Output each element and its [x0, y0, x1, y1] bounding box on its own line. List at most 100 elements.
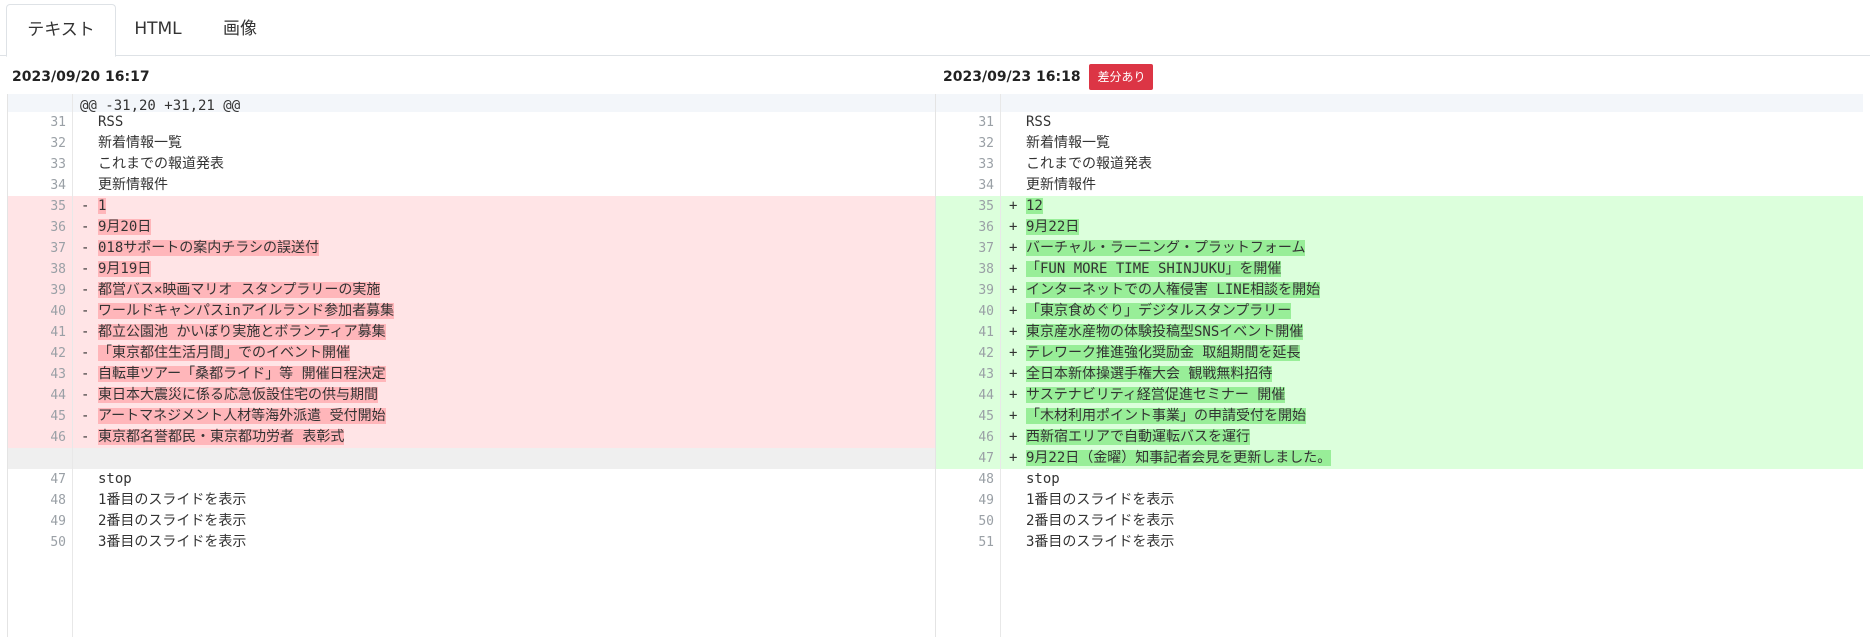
line-number: 50 — [978, 514, 994, 529]
line-content: 「木材利用ポイント事業」の申請受付を開始 — [1026, 406, 1306, 427]
line-content: 「FUN MORE TIME SHINJUKU」を開催 — [1026, 259, 1282, 280]
line-number: 49 — [50, 514, 66, 529]
left-diff-row: 42- 「東京都住生活月間」でのイベント開催 — [8, 343, 936, 364]
line-number: 48 — [50, 493, 66, 508]
minus-sign: - — [81, 429, 90, 445]
line-content: テレワーク推進強化奨励金 取組期間を延長 — [1026, 343, 1301, 364]
line-content: stop — [1026, 471, 1060, 487]
changed-text-highlight: アートマネジメント人材等海外派遣 受付開始 — [98, 408, 386, 424]
left-diff-row: 39- 都営バス×映画マリオ スタンプラリーの実施 — [8, 280, 936, 301]
plus-sign: + — [1009, 303, 1018, 319]
line-number: 47 — [50, 472, 66, 487]
diff-view: @@ -31,20 +31,21 @@ 31 RSS 32 新着情報一覧 33 これまでの… — [7, 94, 1863, 637]
line-number: 50 — [50, 535, 66, 550]
line-number: 39 — [50, 283, 66, 298]
line-number: 45 — [978, 409, 994, 424]
plus-sign: + — [1009, 345, 1018, 361]
line-content: 東京産水産物の体験投稿型SNSイベント開催 — [1026, 322, 1304, 343]
line-content: バーチャル・ラーニング・プラットフォーム — [1026, 238, 1306, 259]
minus-sign: - — [81, 366, 90, 382]
line-number: 41 — [978, 325, 994, 340]
minus-sign: - — [81, 261, 90, 277]
line-content: 2番目のスライドを表示 — [1026, 513, 1175, 529]
line-content: 「東京都住生活月間」でのイベント開催 — [98, 343, 350, 364]
gutter-divider — [72, 94, 73, 637]
line-content: 都立公園池 かいぼり実施とボランティア募集 — [98, 322, 386, 343]
line-content: 9月20日 — [98, 217, 152, 238]
left-diff-row: 44- 東日本大震災に係る応急仮設住宅の供与期間 — [8, 385, 936, 406]
line-number: 31 — [978, 115, 994, 130]
right-diff-row: 44 + サステナビリティ経営促進セミナー 開催 — [936, 385, 1863, 406]
changed-text-highlight: 9月19日 — [98, 261, 152, 277]
changed-text-highlight: 12 — [1026, 198, 1043, 214]
changed-text-highlight: 「東京都住生活月間」でのイベント開催 — [98, 345, 350, 361]
diff-badge: 差分あり — [1089, 64, 1154, 90]
right-diff-row: 34 更新情報件 — [936, 175, 1863, 196]
left-diff-row: 47 stop — [8, 469, 936, 490]
minus-sign: - — [81, 324, 90, 340]
line-content: 西新宿エリアで自動運転バスを運行 — [1026, 427, 1250, 448]
right-diff-row: 38 + 「FUN MORE TIME SHINJUKU」を開催 — [936, 259, 1863, 280]
line-content: 自転車ツアー「桑都ライド」等 開催日程決定 — [98, 364, 386, 385]
plus-sign: + — [1009, 429, 1018, 445]
line-number: 36 — [50, 220, 66, 235]
line-number: 42 — [50, 346, 66, 361]
line-number: 32 — [50, 136, 66, 151]
right-diff-row: 43 + 全日本新体操選手権大会 観戦無料招待 — [936, 364, 1863, 385]
line-content: 9月22日（金曜）知事記者会見を更新しました。 — [1026, 448, 1332, 469]
changed-text-highlight: 自転車ツアー「桑都ライド」等 開催日程決定 — [98, 366, 386, 382]
left-diff-row — [8, 448, 936, 469]
line-content: インターネットでの人権侵害 LINE相談を開始 — [1026, 280, 1321, 301]
plus-sign: + — [1009, 450, 1018, 466]
right-diff-row: 39 + インターネットでの人権侵害 LINE相談を開始 — [936, 280, 1863, 301]
tab-html[interactable]: HTML — [116, 4, 200, 56]
line-content: 「東京食めぐり」デジタルスタンプラリー — [1026, 301, 1292, 322]
changed-text-highlight: 東日本大震災に係る応急仮設住宅の供与期間 — [98, 387, 378, 403]
tab-text[interactable]: テキスト — [6, 4, 116, 57]
minus-sign: - — [81, 303, 90, 319]
line-content: 1番目のスライドを表示 — [1026, 492, 1175, 508]
right-diff-row: 35 +12 — [936, 196, 1863, 217]
right-diff-row: 48 stop — [936, 469, 1863, 490]
changed-text-highlight: ワールドキャンパスinアイルランド参加者募集 — [98, 303, 395, 319]
plus-sign: + — [1009, 261, 1018, 277]
line-number: 31 — [50, 115, 66, 130]
left-diff-row: 34 更新情報件 — [8, 175, 936, 196]
changed-text-highlight: 全日本新体操選手権大会 観戦無料招待 — [1026, 366, 1273, 382]
left-diff-row: 46- 東京都名誉都民・東京都功労者 表彰式 — [8, 427, 936, 448]
line-number: 35 — [50, 199, 66, 214]
right-diff-row: 51 3番目のスライドを表示 — [936, 532, 1863, 553]
left-diff-row: 37-018サポートの案内チラシの誤送付 — [8, 238, 936, 259]
line-number: 42 — [978, 346, 994, 361]
line-number: 43 — [50, 367, 66, 382]
line-content: 更新情報件 — [98, 177, 168, 193]
minus-sign: - — [81, 240, 90, 256]
minus-sign: - — [81, 345, 90, 361]
right-date: 2023/09/23 16:18 — [943, 69, 1081, 85]
line-number: 43 — [978, 367, 994, 382]
line-number: 45 — [50, 409, 66, 424]
line-number: 51 — [978, 535, 994, 550]
line-content: 1番目のスライドを表示 — [98, 492, 247, 508]
line-number: 48 — [978, 472, 994, 487]
plus-sign: + — [1009, 282, 1018, 298]
right-diff-row: 46 + 西新宿エリアで自動運転バスを運行 — [936, 427, 1863, 448]
minus-sign: - — [81, 282, 90, 298]
plus-sign: + — [1009, 387, 1018, 403]
line-content: アートマネジメント人材等海外派遣 受付開始 — [98, 406, 386, 427]
left-diff-row: 45- アートマネジメント人材等海外派遣 受付開始 — [8, 406, 936, 427]
right-diff-row: 41 + 東京産水産物の体験投稿型SNSイベント開催 — [936, 322, 1863, 343]
changed-text-highlight: 9月22日（金曜）知事記者会見を更新しました。 — [1026, 450, 1332, 466]
right-diff-row: 47 +9月22日（金曜）知事記者会見を更新しました。 — [936, 448, 1863, 469]
left-diff-row: 48 1番目のスライドを表示 — [8, 490, 936, 511]
line-number: 44 — [50, 388, 66, 403]
right-diff-row: 33 これまでの報道発表 — [936, 154, 1863, 175]
line-content: 018サポートの案内チラシの誤送付 — [98, 238, 320, 259]
plus-sign: + — [1009, 366, 1018, 382]
right-diff-row: 36 +9月22日 — [936, 217, 1863, 238]
line-content: 9月22日 — [1026, 217, 1080, 238]
line-content: 3番目のスライドを表示 — [98, 534, 247, 550]
left-diff-row: 41- 都立公園池 かいぼり実施とボランティア募集 — [8, 322, 936, 343]
tab-image[interactable]: 画像 — [200, 4, 280, 56]
left-diff-row: 50 3番目のスライドを表示 — [8, 532, 936, 553]
